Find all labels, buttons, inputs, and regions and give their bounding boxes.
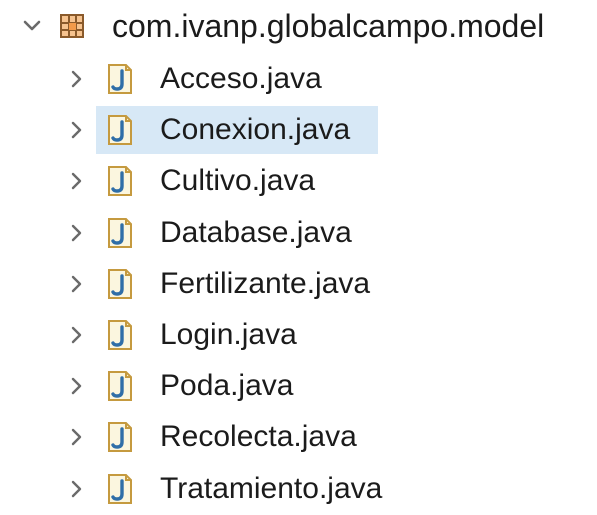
java-file-icon	[106, 114, 134, 146]
file-item[interactable]: Cultivo.java	[56, 156, 596, 206]
chevron-right-icon[interactable]	[64, 67, 88, 91]
file-label: Poda.java	[160, 369, 294, 403]
file-item[interactable]: Fertilizante.java	[56, 259, 596, 309]
java-file-icon	[106, 370, 134, 402]
chevron-right-icon[interactable]	[64, 323, 88, 347]
chevron-right-icon[interactable]	[64, 477, 88, 501]
file-item[interactable]: Login.java	[56, 310, 596, 360]
file-label: Database.java	[160, 215, 352, 249]
java-file-icon	[106, 217, 134, 249]
file-item[interactable]: Poda.java	[56, 361, 596, 411]
java-file-icon	[106, 473, 134, 505]
java-file-icon	[106, 268, 134, 300]
package-label: com.ivanp.globalcampo.model	[112, 8, 545, 44]
chevron-right-icon[interactable]	[64, 272, 88, 296]
file-item[interactable]: Database.java	[56, 208, 596, 258]
file-item[interactable]: Acceso.java	[56, 54, 596, 104]
chevron-down-icon[interactable]	[20, 14, 44, 38]
file-label: Cultivo.java	[160, 164, 316, 198]
package-explorer-tree: com.ivanp.globalcampo.model Acceso.java C…	[0, 0, 597, 515]
java-file-icon	[106, 165, 134, 197]
chevron-right-icon[interactable]	[64, 118, 88, 142]
chevron-right-icon[interactable]	[64, 221, 88, 245]
package-node[interactable]: com.ivanp.globalcampo.model	[0, 0, 597, 52]
package-icon	[58, 12, 86, 40]
file-label: Tratamiento.java	[160, 471, 383, 505]
chevron-right-icon[interactable]	[64, 425, 88, 449]
file-label: Conexion.java	[160, 113, 351, 147]
java-file-icon	[106, 63, 134, 95]
file-label: Recolecta.java	[160, 420, 357, 454]
file-label: Fertilizante.java	[160, 266, 371, 300]
file-label: Acceso.java	[160, 62, 322, 95]
chevron-right-icon[interactable]	[64, 374, 88, 398]
file-label: Login.java	[160, 318, 297, 351]
java-file-icon	[106, 319, 134, 351]
chevron-right-icon[interactable]	[64, 169, 88, 193]
java-file-icon	[106, 421, 134, 453]
file-item[interactable]: Recolecta.java	[56, 412, 596, 462]
file-item[interactable]: Conexion.java	[56, 105, 596, 155]
file-item[interactable]: Tratamiento.java	[56, 464, 596, 514]
